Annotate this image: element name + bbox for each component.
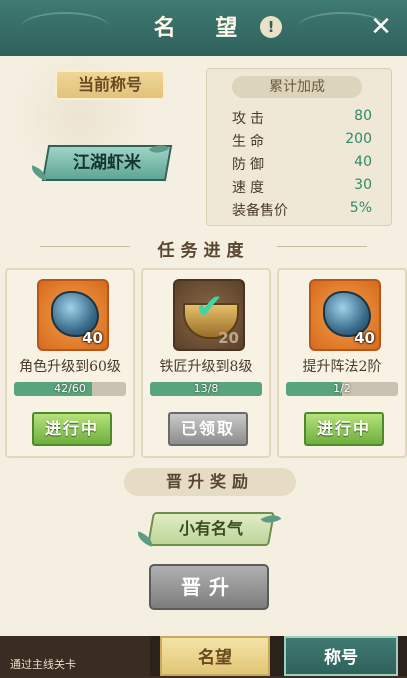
claimed-button[interactable]: 已领取 <box>168 412 248 446</box>
stat-value: 40 <box>354 154 372 170</box>
progress-text: 42/60 <box>54 382 86 395</box>
reward-item-slot[interactable]: 40 <box>309 279 381 351</box>
progress-text: 13/8 <box>193 382 219 395</box>
promotion-reward-heading: 晋升奖励 <box>124 468 296 496</box>
dialog-title: 名 望 <box>153 15 254 41</box>
task-name: 角色升级到60级 <box>19 359 121 375</box>
task-card: ✔ 20 铁匠升级到8级 13/8 已领取 <box>141 268 271 458</box>
check-icon: ✔ <box>195 287 224 327</box>
task-progress-bar: 13/8 <box>150 382 262 396</box>
cumulative-bonus-heading: 累计加成 <box>232 76 362 98</box>
reward-item-slot[interactable]: ✔ 20 <box>173 279 245 351</box>
stat-value: 5% <box>349 200 372 216</box>
task-name: 提升阵法2阶 <box>302 359 382 375</box>
item-count: 40 <box>82 329 103 347</box>
stat-row-defense: 防御 40 <box>232 154 372 176</box>
stat-value: 80 <box>354 108 372 124</box>
tab-reputation[interactable]: 名望 <box>160 636 270 676</box>
task-card: 40 角色升级到60级 42/60 进行中 <box>5 268 135 458</box>
stat-value: 200 <box>345 131 372 147</box>
stat-value: 30 <box>354 177 372 193</box>
stat-label: 速度 <box>232 180 268 196</box>
in-progress-button[interactable]: 进行中 <box>32 412 112 446</box>
info-icon[interactable]: ! <box>260 16 282 38</box>
task-name: 铁匠升级到8级 <box>159 359 253 375</box>
stat-row-attack: 攻击 80 <box>232 108 372 130</box>
stat-row-health: 生命 200 <box>232 131 372 153</box>
reward-item-slot[interactable]: 40 <box>37 279 109 351</box>
stat-row-sell-price: 装备售价 5% <box>232 200 372 222</box>
task-card: 40 提升阵法2阶 1/2 进行中 <box>277 268 407 458</box>
task-progress-bar: 1/2 <box>286 382 398 396</box>
close-button[interactable]: ✕ <box>366 12 396 42</box>
stat-label: 装备售价 <box>232 203 288 219</box>
current-title-label: 当前称号 <box>55 70 165 100</box>
in-progress-button[interactable]: 进行中 <box>304 412 384 446</box>
stat-row-speed: 速度 30 <box>232 177 372 199</box>
stat-label: 攻击 <box>232 111 268 127</box>
item-count: 20 <box>218 329 239 347</box>
progress-text: 1/2 <box>333 382 351 395</box>
stat-label: 生命 <box>232 134 268 150</box>
reward-title-name: 小有名气 <box>178 519 243 538</box>
background-quest-text: 通过主线关卡 <box>10 658 76 671</box>
promote-button[interactable]: 晋升 <box>149 564 269 610</box>
task-progress-bar: 42/60 <box>14 382 126 396</box>
tab-title[interactable]: 称号 <box>284 636 398 676</box>
task-progress-heading: 任务进度 <box>157 241 250 261</box>
item-count: 40 <box>354 329 375 347</box>
stat-label: 防御 <box>232 157 268 173</box>
